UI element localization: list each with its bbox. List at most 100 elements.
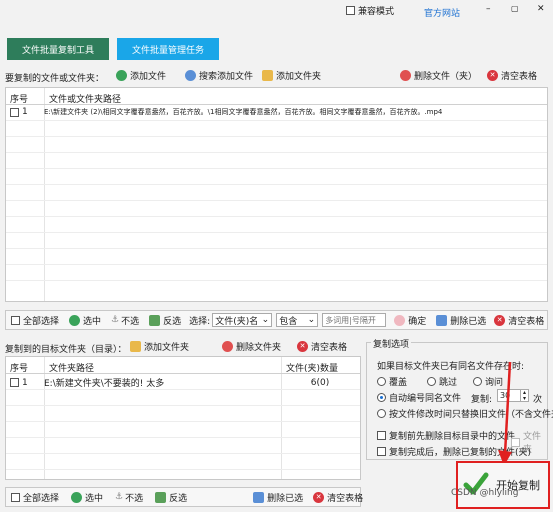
add-folder-button[interactable]: 添加文件夹 <box>262 69 321 82</box>
select-all-label: 全部选择 <box>23 316 60 327</box>
select-all-button[interactable]: 全部选择 <box>11 491 59 504</box>
tab-task-manager[interactable]: 文件批量管理任务 <box>117 38 219 60</box>
check-icon <box>71 491 83 503</box>
table-row[interactable]: 1 E:\新建文件夹\不要装的! 太多 6(0) <box>10 376 358 389</box>
search-add-file-label: 搜索添加文件 <box>199 72 254 82</box>
maximize-button[interactable]: ▢ <box>511 4 519 13</box>
start-copy-button[interactable]: 开始复制 <box>456 461 550 509</box>
row-checkbox[interactable] <box>10 107 19 117</box>
target-section-label: 复制到的目标文件夹（目录）： <box>5 345 127 355</box>
table-row[interactable]: 1 E:\新建文件夹 (2)\相同文字覆春意盎然，百花齐放。\1相同文字覆春意盎… <box>10 107 545 117</box>
spin-arrows-icon[interactable]: ▴ ▾ <box>520 389 528 402</box>
delete-folder-button[interactable]: 删除文件夹 <box>222 340 281 353</box>
unselect-label: 不选 <box>121 316 140 327</box>
select-all-label: 全部选择 <box>23 493 60 504</box>
clear-icon: ✕ <box>297 341 308 352</box>
chevron-down-icon: ⌄ <box>261 315 270 325</box>
tab-copy-tool-label: 文件批量复制工具 <box>21 45 94 56</box>
row-count: 6(0) <box>310 377 330 388</box>
select-label: 选中 <box>83 316 102 327</box>
anchor-icon: ⚓ <box>115 492 124 502</box>
bottom-bar: 全部选择 选中 ⚓ 不选 反选 删除已选 ✕ 清空表格 <box>5 487 363 507</box>
minimize-button[interactable]: – <box>486 4 491 14</box>
check-icon <box>69 314 81 326</box>
add-file-button[interactable]: 添加文件 <box>116 69 166 82</box>
annotation-arrow <box>498 361 512 466</box>
checkbox-icon <box>377 431 386 440</box>
delete-selected-button[interactable]: 删除已选 <box>253 491 303 504</box>
unselect-button[interactable]: ⚓ 不选 <box>111 314 139 327</box>
operator-select[interactable]: 包含 ⌄ <box>276 313 319 327</box>
auto-rename-radio[interactable]: 自动编号同名文件 <box>377 391 461 404</box>
clear-table-label: 清空表格 <box>501 72 538 82</box>
source-section-label: 要复制的文件或文件夹： <box>5 74 105 84</box>
delete-selected-label: 删除已选 <box>450 316 487 327</box>
delete-file-label: 删除文件（夹） <box>414 72 478 82</box>
source-table: 序号 文件或文件夹路径 1 E:\新建文件夹 (2)\相同文字覆春意盎然，百花齐… <box>5 87 548 302</box>
copy-options-panel: 复制选项 如果目标文件夹已有同名文件存在时: 覆盖 跳过 询问 自动编号同名文件… <box>366 337 553 460</box>
by-modified-radio[interactable]: 按文件修改时间只替换旧文件（不含文件夹） <box>377 407 553 420</box>
compat-mode-checkbox[interactable]: 兼容模式 <box>346 4 394 17</box>
search-icon <box>185 70 196 81</box>
invert-label: 反选 <box>163 316 182 327</box>
add-target-folder-button[interactable]: 添加文件夹 <box>130 340 189 353</box>
confirm-button[interactable]: 确定 <box>394 314 426 327</box>
clear-icon: ✕ <box>487 70 498 81</box>
add-file-label: 添加文件 <box>130 72 167 82</box>
tab-copy-tool[interactable]: 文件批量复制工具 <box>7 38 109 60</box>
row-index: 1 <box>22 107 28 117</box>
by-modified-label: 按文件修改时间只替换旧文件（不含文件夹） <box>389 410 553 420</box>
radio-icon <box>427 377 436 386</box>
filter-bar: 全部选择 选中 ⚓ 不选 反选 选择: 文件(夹)名 ⌄ 包含 ⌄ 确定 删除已… <box>5 310 548 330</box>
unselect-button[interactable]: ⚓ 不选 <box>115 491 143 504</box>
clear-table-button[interactable]: ✕ 清空表格 <box>487 69 537 82</box>
delete-selected-label: 删除已选 <box>267 493 304 504</box>
confirm-icon <box>394 314 406 326</box>
select-button[interactable]: 选中 <box>71 491 103 504</box>
clear-before-checkbox[interactable]: 复制前先删除目标目录中的文件 <box>377 429 515 442</box>
clear-table-button[interactable]: ✕ 清空表格 <box>494 314 544 327</box>
radio-icon <box>377 377 386 386</box>
delete-icon <box>222 341 233 352</box>
times-label: 次 <box>533 395 543 405</box>
delete-folder-label: 删除文件夹 <box>236 343 282 353</box>
unselect-label: 不选 <box>125 493 144 504</box>
clear-table-label: 清空表格 <box>327 493 364 504</box>
invert-label: 反选 <box>169 493 188 504</box>
folder-icon <box>130 341 141 352</box>
delete-file-button[interactable]: 删除文件（夹） <box>400 69 477 82</box>
checkbox-icon <box>11 492 20 502</box>
checkbox-icon <box>11 315 20 325</box>
select-all-button[interactable]: 全部选择 <box>11 314 59 327</box>
radio-selected-icon <box>377 393 386 402</box>
delete-list-icon <box>253 491 265 503</box>
delete-selected-button[interactable]: 删除已选 <box>436 314 486 327</box>
row-checkbox[interactable] <box>10 378 19 387</box>
close-button[interactable]: ✕ <box>537 4 545 14</box>
clear-table-button[interactable]: ✕ 清空表格 <box>313 491 363 504</box>
clear-target-table-button[interactable]: ✕ 清空表格 <box>297 340 347 353</box>
select-button[interactable]: 选中 <box>69 314 101 327</box>
checkbox-icon <box>377 447 386 456</box>
invert-icon <box>149 314 161 326</box>
copy-options-title: 复制选项 <box>371 337 412 350</box>
invert-button[interactable]: 反选 <box>155 491 187 504</box>
row-path: E:\新建文件夹 (2)\相同文字覆春意盎然，百花齐放。\1相同文字覆春意盎然，… <box>44 108 443 116</box>
add-target-folder-label: 添加文件夹 <box>144 343 190 353</box>
chevron-down-icon: ⌄ <box>307 315 316 325</box>
overwrite-label: 覆盖 <box>389 378 408 388</box>
skip-radio[interactable]: 跳过 <box>427 375 457 388</box>
clear-icon: ✕ <box>494 314 506 326</box>
search-add-file-button[interactable]: 搜索添加文件 <box>185 69 253 82</box>
watermark: CSDN @hlyling <box>451 488 519 498</box>
field-select[interactable]: 文件(夹)名 ⌄ <box>212 313 273 327</box>
invert-button[interactable]: 反选 <box>149 314 181 327</box>
overwrite-radio[interactable]: 覆盖 <box>377 375 407 388</box>
operator-select-value: 包含 <box>279 316 298 327</box>
auto-rename-label: 自动编号同名文件 <box>389 394 462 404</box>
delete-list-icon <box>436 314 448 326</box>
field-select-value: 文件(夹)名 <box>215 316 259 327</box>
keyword-input[interactable] <box>322 313 387 327</box>
website-link[interactable]: 官方网站 <box>424 6 460 19</box>
radio-icon <box>473 377 482 386</box>
